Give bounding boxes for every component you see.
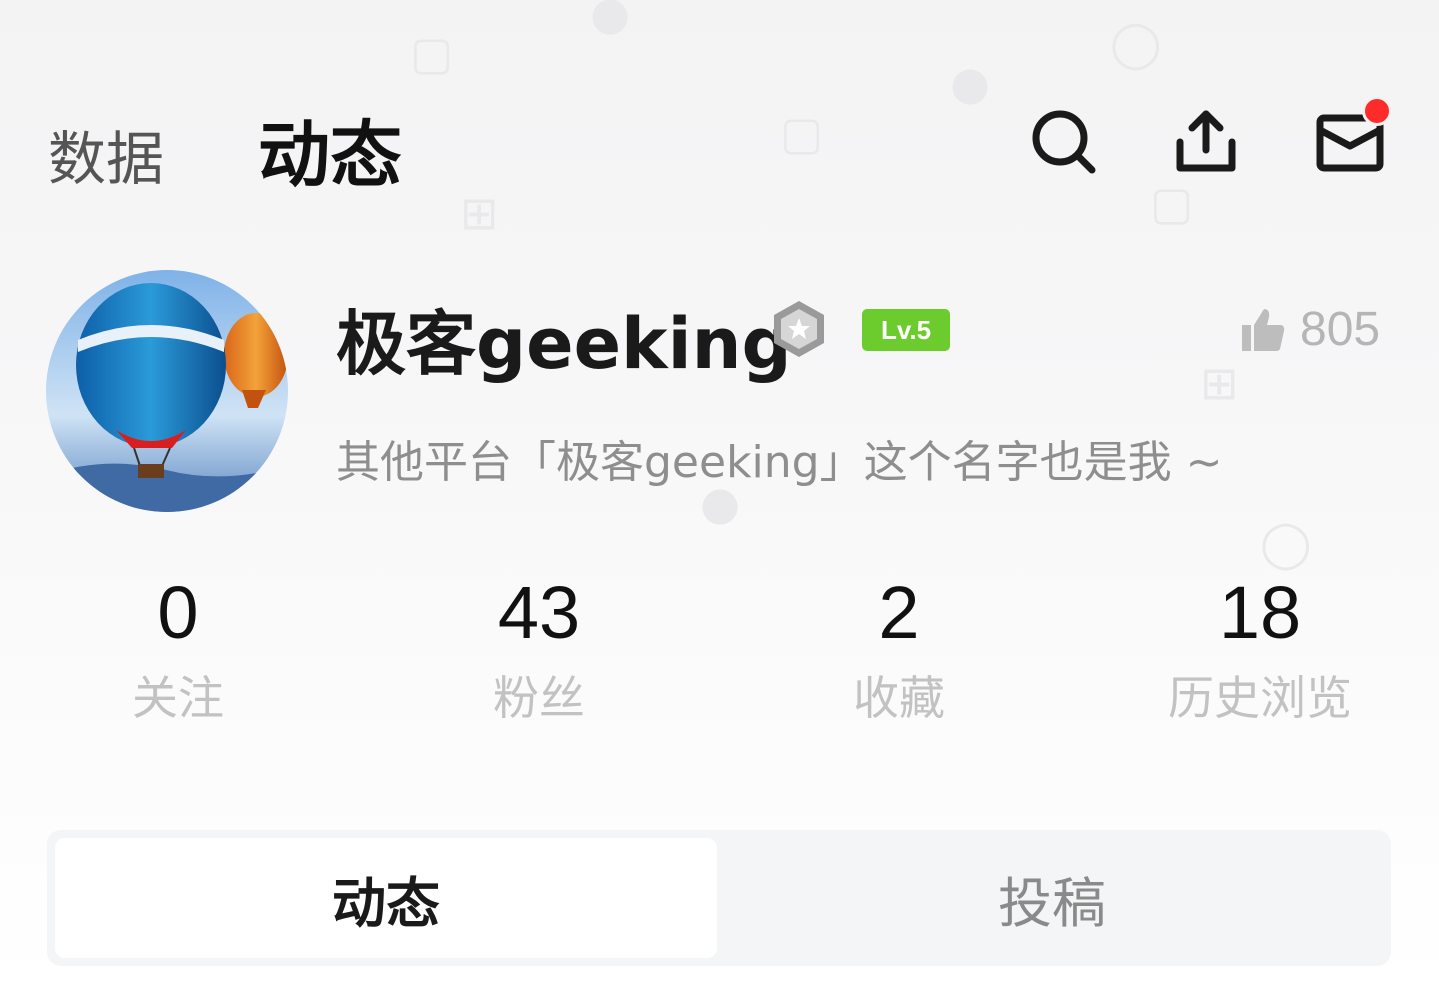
hot-air-balloon-image — [46, 270, 288, 512]
stat-value: 43 — [497, 571, 581, 654]
stat-label: 粉丝 — [493, 671, 585, 725]
stat-value: 2 — [878, 571, 920, 654]
username: 极客geeking — [336, 303, 792, 385]
search-icon — [1032, 110, 1096, 174]
star-badge-icon — [774, 301, 824, 357]
stat-value: 18 — [1218, 571, 1302, 654]
tab-activity[interactable]: 动态 — [258, 96, 402, 201]
content-tab-activity[interactable]: 动态 — [55, 838, 717, 958]
thumbs-up-icon — [1242, 308, 1285, 351]
likes-count: 805 — [1300, 303, 1381, 356]
notification-dot — [1362, 96, 1392, 126]
search-button[interactable] — [1024, 102, 1104, 182]
stat-value: 0 — [157, 571, 199, 654]
stat-label: 历史浏览 — [1168, 671, 1352, 725]
profile-bio: 其他平台「极客geeking」这个名字也是我 ~ — [336, 437, 1223, 488]
stat-followers[interactable]: 43 粉丝 — [409, 570, 669, 728]
share-button[interactable] — [1166, 102, 1246, 182]
top-navigation: 数据 动态 — [0, 0, 1439, 240]
stat-history[interactable]: 18 历史浏览 — [1130, 570, 1390, 728]
content-tab-switcher: 动态 投稿 — [47, 830, 1391, 966]
content-tab-posts[interactable]: 投稿 — [721, 838, 1383, 958]
stats-row: 0 关注 43 粉丝 2 收藏 18 历史浏览 — [0, 570, 1439, 730]
tab-data[interactable]: 数据 — [48, 112, 164, 196]
stat-favorites[interactable]: 2 收藏 — [769, 570, 1029, 728]
stat-label: 收藏 — [853, 671, 945, 725]
avatar[interactable] — [46, 270, 288, 512]
stat-following[interactable]: 0 关注 — [48, 570, 308, 728]
share-icon — [1176, 110, 1236, 172]
level-badge: Lv.5 — [862, 309, 950, 351]
mail-button[interactable] — [1310, 96, 1392, 182]
stat-label: 关注 — [132, 671, 224, 725]
likes-counter: 805 — [1238, 302, 1380, 357]
